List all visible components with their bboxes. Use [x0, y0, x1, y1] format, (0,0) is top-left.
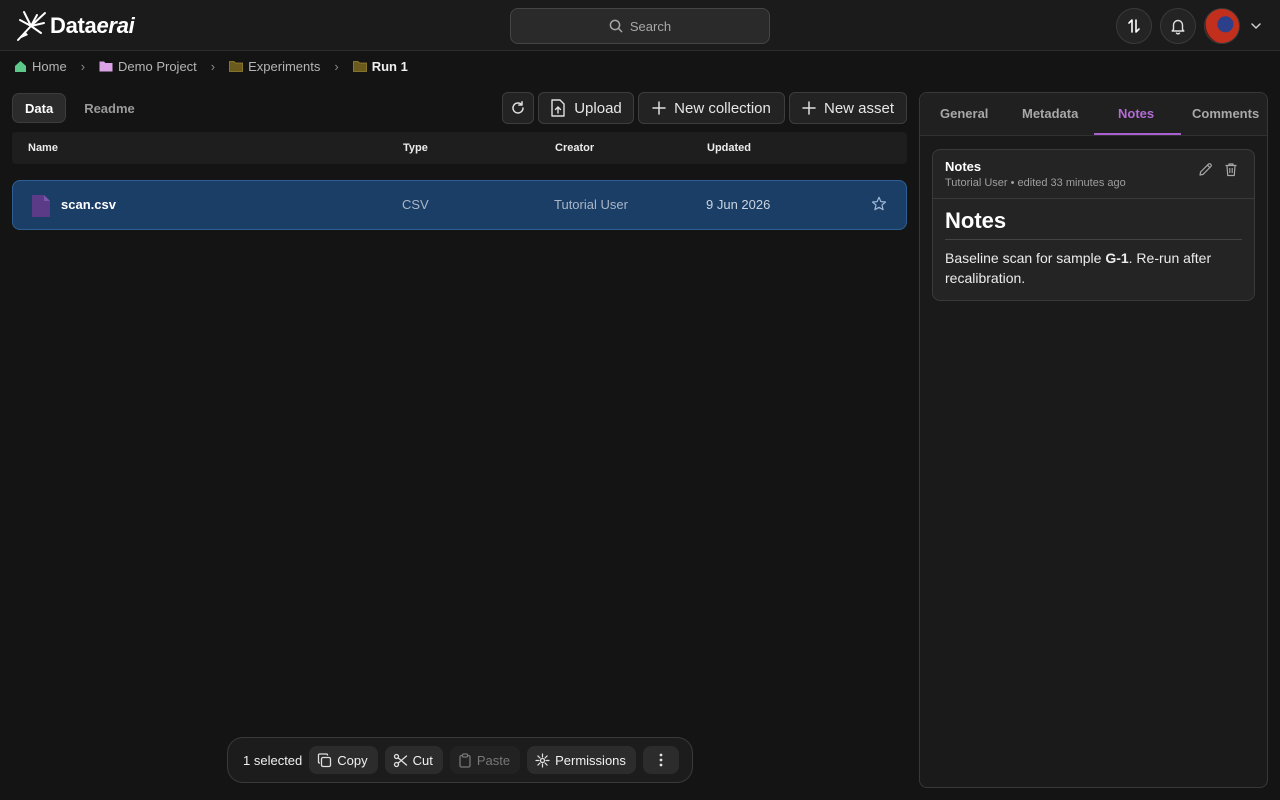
chevron-down-icon[interactable]	[1249, 19, 1263, 33]
active-tab-indicator	[1094, 133, 1181, 135]
file-type: CSV	[402, 197, 429, 212]
trash-icon[interactable]	[1224, 162, 1238, 177]
logo-icon	[17, 11, 46, 41]
content-tabs: Data Readme	[12, 93, 147, 123]
plus-icon	[652, 101, 666, 115]
note-card: Notes Tutorial User • edited 33 minutes …	[932, 149, 1255, 301]
note-title: Notes	[945, 159, 982, 174]
breadcrumb-home[interactable]: Home	[14, 59, 67, 74]
more-actions-button[interactable]	[642, 746, 679, 774]
search-placeholder: Search	[629, 18, 672, 34]
transfer-icon	[1128, 19, 1140, 33]
tab-data[interactable]: Data	[12, 93, 67, 123]
cut-button[interactable]: Cut	[384, 746, 443, 774]
pencil-icon[interactable]	[1198, 162, 1213, 177]
note-header: Notes Tutorial User • edited 33 minutes …	[933, 150, 1254, 199]
note-body: Baseline scan for sample G-1. Re-run aft…	[945, 250, 1212, 286]
project-folder-icon	[99, 61, 113, 72]
refresh-icon	[512, 101, 524, 114]
upload-file-icon	[551, 99, 565, 117]
selection-count: 1 selected	[243, 752, 303, 768]
breadcrumb: Home › Demo Project › Experiments › Run …	[14, 57, 408, 75]
sync-button[interactable]	[1116, 8, 1152, 44]
table-header: Name Type Creator Updated	[12, 132, 907, 164]
star-icon[interactable]	[871, 196, 887, 212]
selection-action-bar: 1 selected Copy Cut Paste Permissions	[227, 737, 693, 783]
column-header-name[interactable]: Name	[28, 142, 58, 154]
app-logo[interactable]: Dataerai	[15, 9, 135, 43]
plus-icon	[802, 101, 816, 115]
search-input[interactable]: Search	[510, 8, 770, 44]
details-panel: General Metadata Notes Comments Notes Tu…	[919, 92, 1268, 788]
column-header-type[interactable]: Type	[403, 142, 428, 154]
file-updated: 9 Jun 2026	[706, 197, 771, 212]
chevron-right-icon: ›	[334, 58, 339, 74]
copy-icon	[318, 752, 332, 767]
paste-button[interactable]: Paste	[449, 746, 521, 774]
breadcrumb-demo-project[interactable]: Demo Project	[99, 59, 197, 74]
search-icon	[609, 19, 623, 33]
more-vertical-icon	[659, 753, 663, 767]
table-row[interactable]: scan.csv CSV Tutorial User 9 Jun 2026	[12, 180, 907, 230]
file-name[interactable]: scan.csv	[61, 197, 116, 212]
breadcrumb-experiments[interactable]: Experiments	[229, 59, 320, 74]
notifications-button[interactable]	[1160, 8, 1196, 44]
upload-button[interactable]: Upload	[538, 92, 634, 124]
tab-metadata[interactable]: Metadata	[1022, 106, 1078, 121]
folder-icon	[352, 61, 367, 72]
file-creator: Tutorial User	[554, 197, 628, 212]
copy-button[interactable]: Copy	[309, 746, 378, 774]
home-icon	[15, 60, 26, 72]
file-icon	[32, 195, 50, 217]
tab-comments[interactable]: Comments	[1192, 106, 1259, 121]
tab-general[interactable]: General	[940, 106, 988, 121]
column-header-updated[interactable]: Updated	[707, 142, 751, 154]
bell-icon	[1171, 19, 1185, 35]
app-name: Dataerai	[50, 13, 135, 38]
chevron-right-icon: ›	[210, 58, 216, 74]
permissions-button[interactable]: Permissions	[527, 746, 636, 774]
note-heading: Notes	[945, 208, 1242, 240]
tab-notes[interactable]: Notes	[1118, 106, 1154, 121]
new-asset-button[interactable]: New asset	[789, 92, 907, 124]
scissors-icon	[393, 753, 407, 767]
note-meta: Tutorial User • edited 33 minutes ago	[945, 177, 1126, 189]
refresh-button[interactable]	[502, 92, 534, 124]
top-bar: Dataerai Search	[0, 0, 1280, 51]
new-collection-button[interactable]: New collection	[638, 92, 785, 124]
folder-icon	[229, 61, 244, 72]
clipboard-icon	[459, 752, 471, 768]
breadcrumb-run-1[interactable]: Run 1	[352, 59, 408, 74]
details-tabs: General Metadata Notes Comments	[920, 93, 1267, 136]
tab-readme[interactable]: Readme	[72, 93, 147, 123]
column-header-creator[interactable]: Creator	[555, 142, 594, 154]
chevron-right-icon: ›	[80, 58, 86, 74]
permissions-icon	[535, 752, 550, 768]
user-avatar[interactable]	[1204, 8, 1240, 44]
